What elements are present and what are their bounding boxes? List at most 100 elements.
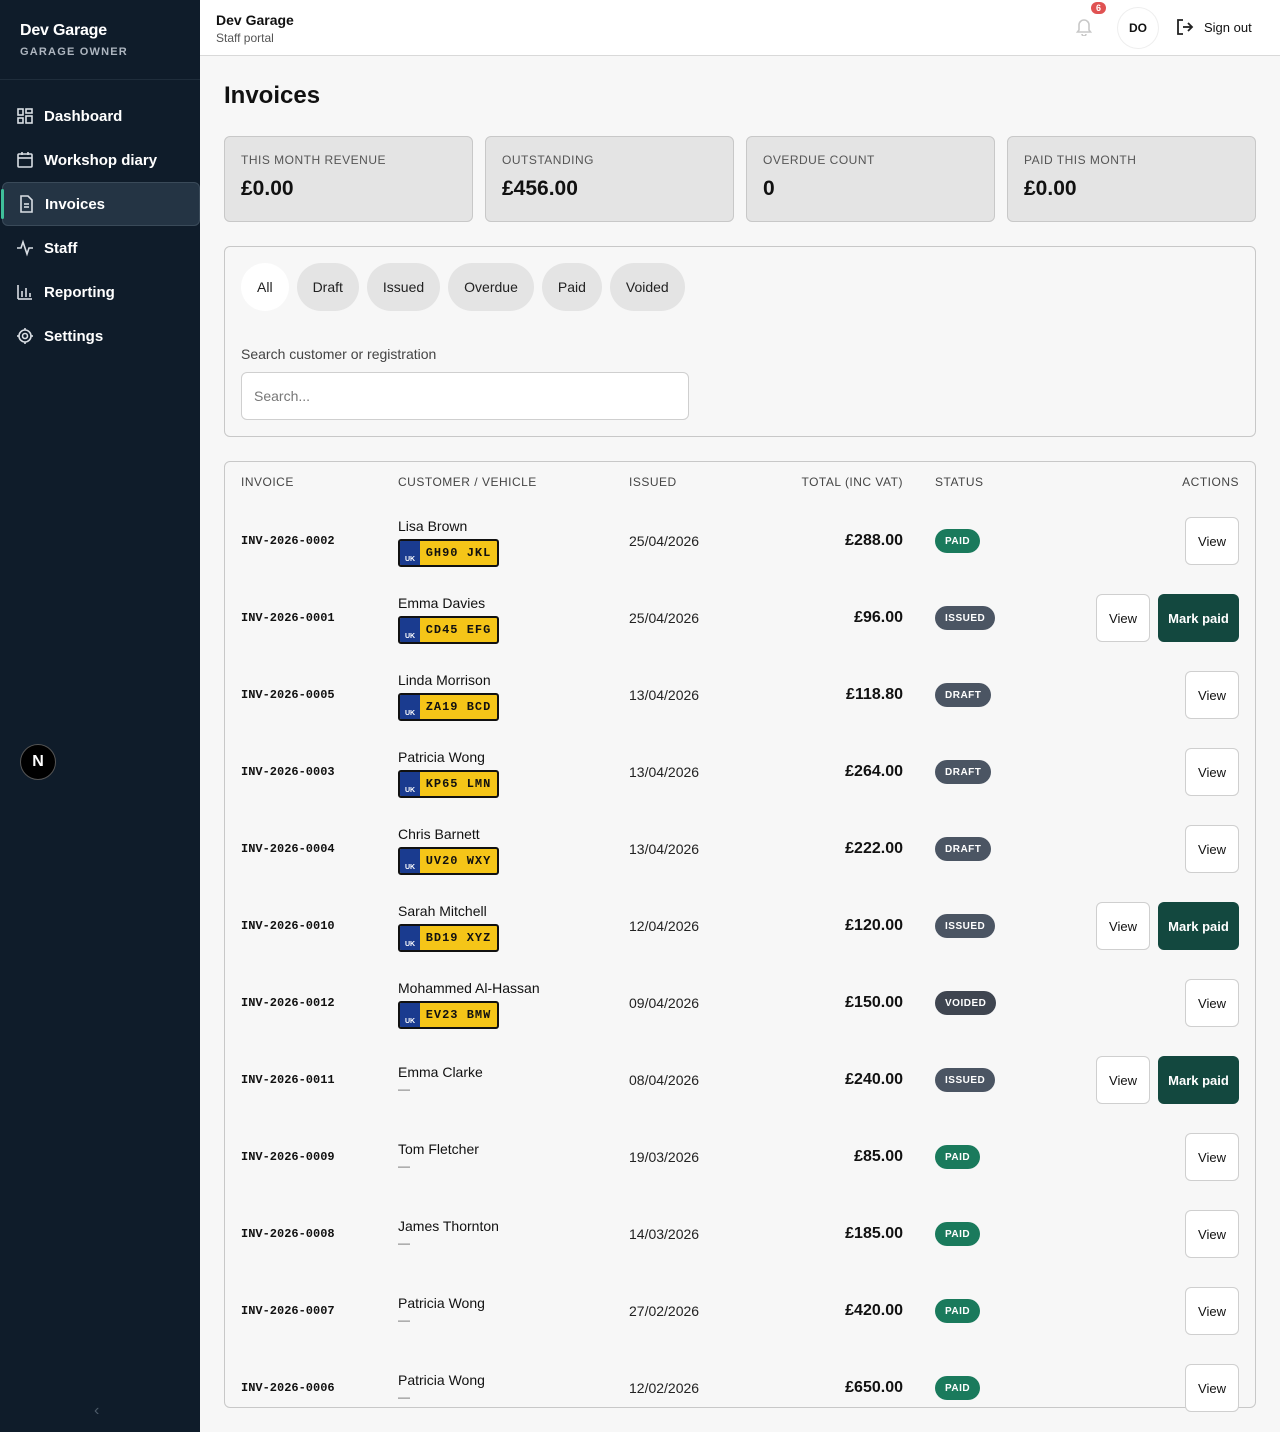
sidebar-nav: Dashboard Workshop diary Invoices Staff … [0, 80, 200, 358]
view-button[interactable]: View [1185, 671, 1239, 719]
registration-plate: UK BD19 XYZ [398, 924, 499, 952]
view-button[interactable]: View [1185, 825, 1239, 873]
plate-country-badge: UK [400, 1003, 420, 1027]
view-button[interactable]: View [1096, 902, 1150, 950]
invoice-number: INV-2026-0001 [241, 611, 335, 625]
invoice-number: INV-2026-0009 [241, 1150, 335, 1164]
invoice-total: £185.00 [845, 1225, 903, 1242]
customer-name: Chris Barnett [398, 826, 480, 842]
sidebar-item-label: Reporting [44, 283, 115, 301]
document-icon [17, 195, 35, 213]
plate-registration: UV20 WXY [425, 854, 492, 868]
status-badge: ISSUED [935, 606, 996, 630]
page-title: Invoices [224, 82, 321, 109]
status-badge: VOIDED [935, 991, 997, 1015]
sidebar-item-dashboard[interactable]: Dashboard [0, 94, 200, 138]
status-badge: ISSUED [935, 914, 996, 938]
no-vehicle-placeholder: — [398, 1082, 410, 1096]
stat-label: OUTSTANDING [502, 153, 594, 167]
mark-paid-button[interactable]: Mark paid [1158, 594, 1239, 642]
search-input[interactable] [241, 372, 689, 420]
filter-chip-issued[interactable]: Issued [366, 263, 441, 311]
plate-registration: EV23 BMW [425, 1008, 492, 1022]
brand-role: GARAGE OWNER [20, 46, 128, 58]
search-label: Search customer or registration [241, 346, 437, 362]
status-badge: DRAFT [935, 683, 992, 707]
customer-name: Emma Davies [398, 595, 486, 611]
stat-card-revenue: THIS MONTH REVENUE £0.00 [224, 136, 473, 222]
sidebar-item-label: Invoices [45, 195, 106, 213]
registration-plate: UK ZA19 BCD [398, 693, 499, 721]
view-button[interactable]: View [1096, 1056, 1150, 1104]
issued-date: 13/04/2026 [629, 687, 700, 703]
status-badge: PAID [935, 1145, 981, 1169]
table-row: INV-2026-0012 Mohammed Al-Hassan UK EV23 … [225, 965, 1255, 1042]
no-vehicle-placeholder: — [398, 1313, 410, 1327]
filter-panel: All Draft Issued Overdue Paid Voided Sea… [224, 246, 1256, 437]
registration-plate: UK KP65 LMN [398, 770, 499, 798]
plate-country-badge: UK [400, 772, 420, 796]
column-header-issued: ISSUED [629, 475, 677, 489]
view-button[interactable]: View [1185, 517, 1239, 565]
filter-chip-voided[interactable]: Voided [609, 263, 685, 311]
filter-chip-draft[interactable]: Draft [296, 263, 359, 311]
view-button[interactable]: View [1185, 979, 1239, 1027]
invoice-total: £240.00 [845, 1071, 903, 1088]
collapse-sidebar-icon[interactable]: ‹ [94, 1402, 99, 1420]
sidebar-item-staff[interactable]: Staff [0, 226, 200, 270]
sidebar-item-invoices[interactable]: Invoices [1, 182, 200, 226]
filter-chip-overdue[interactable]: Overdue [448, 263, 534, 311]
view-button[interactable]: View [1185, 748, 1239, 796]
gear-icon [16, 327, 34, 345]
invoice-number: INV-2026-0007 [241, 1304, 335, 1318]
customer-name: Linda Morrison [398, 672, 491, 688]
app-title: Dev Garage [216, 12, 294, 28]
plate-country-badge: UK [400, 849, 420, 873]
view-button[interactable]: View [1185, 1287, 1239, 1335]
topbar: Dev Garage Staff portal 6 DO Sign out [200, 0, 1280, 56]
stat-label: OVERDUE COUNT [763, 153, 875, 167]
sidebar-item-reporting[interactable]: Reporting [0, 270, 200, 314]
table-row: INV-2026-0001 Emma Davies UK CD45 EFG 25/… [225, 580, 1255, 657]
brand: Dev Garage GARAGE OWNER [0, 0, 200, 80]
table-row: INV-2026-0011 Emma Clarke — 08/04/2026 £240.… [225, 1042, 1255, 1119]
filter-chip-paid[interactable]: Paid [541, 263, 602, 311]
invoice-number: INV-2026-0003 [241, 765, 335, 779]
mark-paid-button[interactable]: Mark paid [1158, 902, 1239, 950]
avatar[interactable]: DO [1118, 8, 1158, 48]
status-badge: ISSUED [935, 1068, 996, 1092]
notification-count-badge: 6 [1091, 2, 1107, 14]
plate-country-badge: UK [400, 695, 420, 719]
issued-date: 13/04/2026 [629, 764, 700, 780]
customer-name: Patricia Wong [398, 1372, 485, 1388]
stat-value: £456.00 [502, 177, 578, 200]
column-header-actions: ACTIONS [1182, 475, 1239, 489]
invoice-number: INV-2026-0011 [241, 1073, 335, 1087]
table-row: INV-2026-0010 Sarah Mitchell UK BD19 XYZ … [225, 888, 1255, 965]
mark-paid-button[interactable]: Mark paid [1158, 1056, 1239, 1104]
invoice-total: £150.00 [845, 994, 903, 1011]
plate-registration: CD45 EFG [425, 623, 492, 637]
status-badge: PAID [935, 1299, 981, 1323]
bell-icon[interactable] [1074, 16, 1098, 40]
stat-label: THIS MONTH REVENUE [241, 153, 387, 167]
view-button[interactable]: View [1096, 594, 1150, 642]
invoice-total: £118.80 [846, 686, 903, 703]
status-badge: PAID [935, 529, 981, 553]
next-logo-button[interactable]: N [20, 744, 56, 780]
sidebar-item-label: Staff [44, 239, 78, 257]
invoice-total: £420.00 [845, 1302, 903, 1319]
view-button[interactable]: View [1185, 1133, 1239, 1181]
view-button[interactable]: View [1185, 1210, 1239, 1258]
sidebar-item-settings[interactable]: Settings [0, 314, 200, 358]
sidebar-item-workshop-diary[interactable]: Workshop diary [0, 138, 200, 182]
customer-name: Patricia Wong [398, 749, 485, 765]
status-badge: DRAFT [935, 760, 992, 784]
dashboard-icon [16, 107, 34, 125]
plate-country-badge: UK [400, 541, 420, 565]
filter-chip-all[interactable]: All [241, 263, 289, 311]
column-header-status: STATUS [935, 475, 984, 489]
column-header-customer: CUSTOMER / VEHICLE [398, 475, 537, 489]
view-button[interactable]: View [1185, 1364, 1239, 1412]
sign-out-button[interactable]: Sign out [1176, 18, 1252, 36]
